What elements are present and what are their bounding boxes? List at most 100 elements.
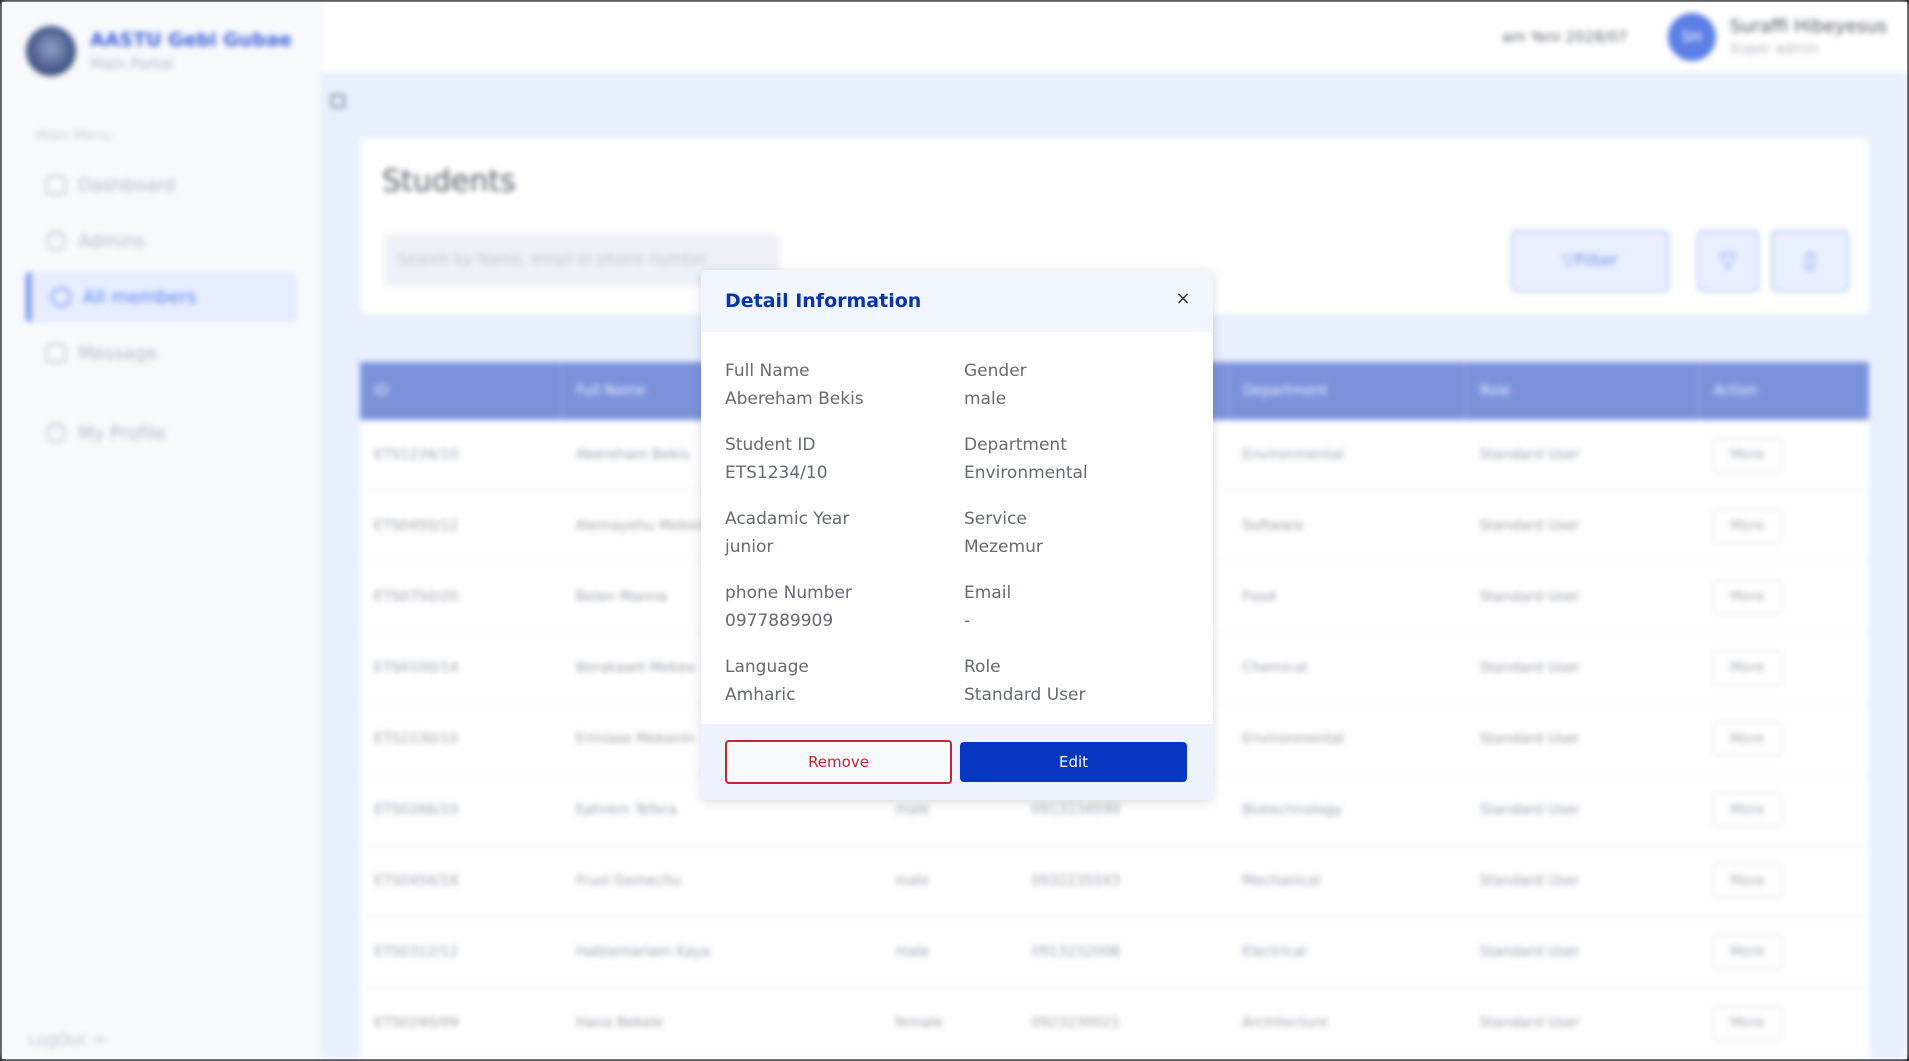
modal-title: Detail Information — [725, 290, 922, 312]
table-row[interactable]: ETS0312/12 Habtemariam Kaya male 0913232008… — [360, 917, 1869, 988]
table-column-header: Role — [1465, 361, 1700, 420]
more-button[interactable]: More — [1713, 864, 1782, 898]
field-value: ETS1234/10 — [725, 463, 828, 483]
table-column-header: ID — [360, 361, 563, 420]
table-cell: Standard User — [1479, 731, 1580, 747]
field-label: phone Number — [725, 583, 852, 603]
table-cell: Standard User — [1479, 518, 1580, 534]
field-email: Email - — [964, 582, 1203, 632]
more-button[interactable]: More — [1713, 722, 1782, 756]
field-role: Role Standard User — [964, 656, 1203, 706]
field-label: Full Name — [725, 361, 810, 381]
table-cell: Fruol Gemechu — [575, 873, 682, 889]
sidebar-item-label: All members — [83, 286, 197, 308]
table-cell: Standard User — [1479, 589, 1580, 605]
field-student-id: Student ID ETS1234/10 — [725, 434, 964, 484]
logout-label: LogOut — [28, 1030, 86, 1049]
message-icon — [46, 343, 66, 363]
avatar[interactable]: SH — [1667, 12, 1716, 61]
table-cell: male — [894, 944, 930, 960]
table-row[interactable]: ETS0240/09 Hana Bekele female 0923230021 Arc… — [360, 988, 1869, 1059]
table-cell: Food — [1242, 589, 1276, 605]
brand-name: AASTU Gebi Gubae — [90, 29, 292, 51]
language-selector[interactable]: am Yeni 2028/07 — [1502, 28, 1628, 46]
more-button[interactable]: More — [1713, 1006, 1782, 1040]
more-button[interactable]: More — [1713, 437, 1782, 472]
table-cell-action: More — [1699, 704, 1868, 775]
table-cell: Standard User — [1479, 873, 1580, 889]
table-cell: Habtemariam Kaya — [575, 944, 711, 960]
sidebar-item-all-members[interactable]: All members — [26, 272, 297, 322]
edit-button[interactable]: Edit — [960, 742, 1187, 782]
field-label: Student ID — [725, 435, 816, 455]
table-cell: ETS0100/14 — [374, 660, 459, 676]
field-value: - — [964, 611, 971, 631]
field-value: Environmental — [964, 463, 1088, 483]
more-button[interactable]: More — [1713, 935, 1782, 969]
field-label: Acadamic Year — [725, 509, 850, 529]
field-label: Role — [964, 657, 1001, 677]
filter-button[interactable]: ▽ Filter — [1511, 229, 1669, 292]
more-button[interactable]: More — [1713, 793, 1782, 827]
menu-title: Main Menu — [36, 128, 113, 144]
sidebar-item-dashboard[interactable]: Dashboard — [26, 160, 297, 210]
sidebar-item-admins[interactable]: Admins — [26, 216, 297, 266]
table-cell-action: More — [1699, 420, 1868, 491]
field-phone-number: phone Number 0977889909 — [725, 582, 964, 632]
topbar: am Yeni 2028/07 SH Suraffi Hibeyesus Sup… — [322, 2, 1907, 72]
table-cell: Standard User — [1479, 802, 1580, 818]
funnel-icon: ▽ — [1719, 248, 1737, 273]
field-label: Service — [964, 509, 1027, 529]
detail-modal: Detail Information × Full Name Abereham … — [701, 270, 1213, 800]
export-button[interactable]: ▯ — [1771, 229, 1849, 292]
table-cell: Environmental — [1242, 731, 1345, 747]
clear-filter-button[interactable]: ▽ — [1697, 229, 1759, 292]
table-cell: ETS2230/10 — [374, 731, 459, 747]
more-button[interactable]: More — [1713, 651, 1782, 685]
more-button[interactable]: More — [1713, 580, 1782, 614]
table-column-header: Action — [1699, 361, 1870, 420]
table-cell: Environmental — [1242, 446, 1345, 463]
field-value: Mezemur — [964, 537, 1043, 557]
table-cell: Mechanical — [1242, 873, 1322, 889]
table-cell: 0932235543 — [1031, 873, 1121, 889]
field-academic-year: Acadamic Year junior — [725, 508, 964, 558]
field-value: male — [964, 389, 1007, 409]
table-cell: Standard User — [1479, 446, 1580, 463]
field-value: junior — [725, 537, 774, 557]
table-cell-action: More — [1699, 562, 1868, 633]
brand-subtitle: Main Portal — [90, 55, 174, 73]
user-icon — [46, 423, 66, 443]
table-cell: Electrical — [1242, 944, 1307, 960]
sidebar-item-label: Dashboard — [78, 174, 176, 196]
sidebar-item-my-profile[interactable]: My Profile — [26, 408, 297, 458]
table-cell-action: More — [1699, 775, 1868, 846]
sidebar-item-label: My Profile — [78, 422, 166, 444]
user-role: Super admin — [1729, 41, 1820, 58]
remove-button[interactable]: Remove — [725, 740, 952, 784]
field-gender: Gender male — [964, 360, 1203, 410]
field-full-name: Full Name Abereham Bekis — [725, 360, 964, 410]
table-cell-action: More — [1699, 846, 1868, 917]
users-icon — [51, 287, 71, 307]
sidebar-collapse-icon[interactable] — [331, 94, 345, 108]
user-info: Suraffi Hibeyesus Super admin — [1730, 16, 1887, 57]
close-icon[interactable]: × — [1171, 287, 1195, 311]
more-button[interactable]: More — [1713, 509, 1782, 543]
table-row[interactable]: ETS0456/18 Fruol Gemechu male 0932235543 Mec… — [360, 846, 1869, 917]
field-value: Abereham Bekis — [725, 389, 864, 409]
document-icon: ▯ — [1803, 248, 1817, 273]
field-language: Language Amharic — [725, 656, 964, 706]
modal-body: Full Name Abereham Bekis Gender male Stu… — [701, 332, 1213, 706]
table-cell: Hana Bekele — [575, 1015, 664, 1031]
table-cell: ETS0450/12 — [374, 518, 459, 534]
sidebar-item-label: Message — [78, 342, 157, 364]
table-cell: male — [894, 873, 930, 889]
table-cell-action: More — [1699, 633, 1868, 704]
brand-logo — [26, 26, 76, 76]
filter-label: Filter — [1575, 250, 1618, 271]
table-cell: female — [894, 1015, 944, 1031]
sidebar-item-message[interactable]: Message — [26, 328, 297, 378]
brand: AASTU Gebi Gubae Main Portal — [2, 2, 321, 100]
logout-button[interactable]: LogOut ⇥ — [28, 1030, 104, 1049]
